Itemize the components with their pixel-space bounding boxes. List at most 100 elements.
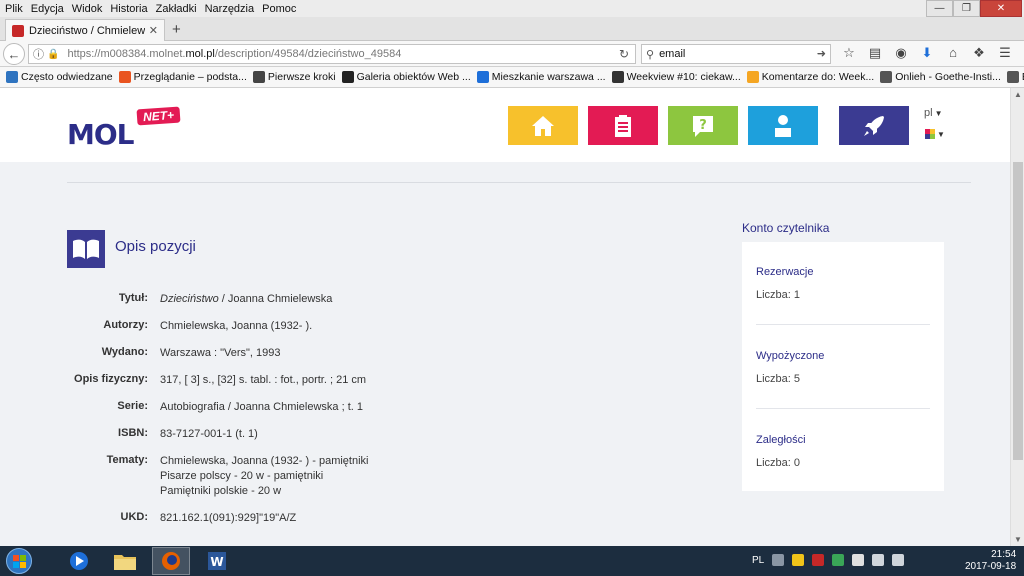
site-favicon-icon xyxy=(12,24,24,37)
field-value-series[interactable]: Autobiografia / Joanna Chmielewska ; t. … xyxy=(160,400,363,415)
address-bar[interactable]: ⓘ 🔒 https://m008384.molnet.mol.pl/descri… xyxy=(28,44,636,64)
reservations-link[interactable]: Rezerwacje xyxy=(756,266,813,278)
subject-link[interactable]: Pisarze polscy - 20 w - pamiętniki xyxy=(160,469,368,484)
chevron-down-icon: ▼ xyxy=(934,109,943,118)
menu-hamburger-icon[interactable]: ☰ xyxy=(992,45,1018,61)
minimize-button[interactable]: — xyxy=(926,0,953,17)
field-label-authors: Autorzy: xyxy=(103,319,148,331)
subject-link[interactable]: Pamiętniki polskie - 20 w xyxy=(160,484,368,499)
taskbar-firefox[interactable] xyxy=(152,547,190,575)
search-go-icon[interactable]: ➜ xyxy=(817,47,826,60)
bookmark-label: Galeria obiektów Web ... xyxy=(356,71,471,83)
color-grid-icon xyxy=(925,129,935,139)
menu-view[interactable]: Widok xyxy=(68,3,107,15)
back-button[interactable]: ← xyxy=(3,43,25,65)
clock[interactable]: 21:54 2017-09-18 xyxy=(965,549,1016,573)
tray-app-icon[interactable] xyxy=(852,554,865,566)
tray-expand-icon[interactable] xyxy=(772,554,785,566)
close-window-button[interactable]: ✕ xyxy=(980,0,1022,17)
field-label-ukd: UKD: xyxy=(120,511,149,523)
subject-link[interactable]: Chmielewska, Joanna (1932- ) - pamiętnik… xyxy=(160,454,368,469)
svg-text:?: ? xyxy=(699,118,707,133)
section-title: Opis pozycji xyxy=(115,238,196,255)
overdue-link[interactable]: Zaległości xyxy=(756,434,806,446)
input-language[interactable]: PL xyxy=(752,555,764,566)
taskbar: W PL 21:54 2017-09-18 xyxy=(0,546,1024,576)
theme-select[interactable]: ▼ xyxy=(925,129,945,139)
search-bar[interactable]: ⚲ email ➜ xyxy=(641,44,831,64)
download-icon[interactable]: ⬇ xyxy=(914,45,940,61)
tray-volume-icon[interactable] xyxy=(892,554,905,566)
tray-antivirus-icon[interactable] xyxy=(812,554,825,566)
catalog-tile-button[interactable] xyxy=(588,106,658,145)
taskbar-word[interactable]: W xyxy=(198,547,236,575)
logo-text: MOL xyxy=(67,118,135,151)
taskbar-explorer[interactable] xyxy=(106,547,144,575)
field-value-authors[interactable]: Chmielewska, Joanna (1932- ). xyxy=(160,319,312,334)
search-input[interactable]: email xyxy=(659,48,685,60)
scroll-up-icon[interactable]: ▲ xyxy=(1011,90,1024,99)
tab-strip: Dzieciństwo / Chmielewska, ... ✕ + xyxy=(0,17,1024,41)
bookmark-item[interactable]: Komentarze do: Week... xyxy=(746,71,874,83)
menu-bookmarks[interactable]: Zakładki xyxy=(152,3,201,15)
page-scrollbar[interactable]: ▲ ▼ xyxy=(1010,88,1024,546)
info-icon[interactable]: ⓘ xyxy=(33,46,44,62)
bookmark-item[interactable]: Onlieh - Goethe-Insti... xyxy=(880,71,1001,83)
bookmark-item[interactable]: Weekview #10: ciekaw... xyxy=(611,71,741,83)
help-tile-button[interactable]: ? xyxy=(668,106,738,145)
divider xyxy=(67,182,971,183)
bookmark-favicon-icon xyxy=(252,71,265,83)
folder-icon xyxy=(114,555,136,570)
clock-date: 2017-09-18 xyxy=(965,561,1017,572)
taskbar-media-player[interactable] xyxy=(60,547,98,575)
field-label-title: Tytuł: xyxy=(118,292,148,304)
home-icon[interactable]: ⌂ xyxy=(940,45,966,61)
reading-list-icon[interactable]: ▤ xyxy=(862,45,888,61)
maximize-button[interactable]: ❐ xyxy=(953,0,980,17)
title-italic[interactable]: Dzieciństwo xyxy=(160,293,219,305)
pocket-icon[interactable]: ◉ xyxy=(888,45,914,61)
bookmark-item[interactable]: Galeria obiektów Web ... xyxy=(341,71,471,83)
tray-notes-icon[interactable] xyxy=(792,554,805,566)
feedback-icon[interactable]: ❖ xyxy=(966,45,992,61)
field-label-series: Serie: xyxy=(117,400,148,412)
svg-text:W: W xyxy=(210,555,223,569)
logo-badge: NET+ xyxy=(136,106,181,126)
bookmark-star-icon[interactable]: ☆ xyxy=(836,45,862,61)
scrollbar-thumb[interactable] xyxy=(1013,162,1023,460)
tray-update-icon[interactable] xyxy=(832,554,845,566)
start-button[interactable] xyxy=(6,548,32,574)
account-title: Konto czytelnika xyxy=(742,221,830,235)
field-value-physical: 317, [ 3] s., [32] s. tabl. : fot., port… xyxy=(160,374,367,386)
language-select[interactable]: pl ▼ xyxy=(924,107,942,119)
bookmark-item[interactable]: Pierwsze kroki xyxy=(252,71,336,83)
nav-bar: ← ⓘ 🔒 https://m008384.molnet.mol.pl/desc… xyxy=(0,41,1024,67)
account-tile-button[interactable] xyxy=(748,106,818,145)
new-tab-button[interactable]: + xyxy=(172,21,181,38)
bookmark-favicon-icon xyxy=(476,71,489,83)
home-icon xyxy=(532,115,554,136)
tray-network-icon[interactable] xyxy=(872,554,885,566)
lock-icon[interactable]: 🔒 xyxy=(47,49,59,60)
bookmark-item[interactable]: Mieszkanie warszawa ... xyxy=(476,71,606,83)
bookmark-item[interactable]: Przeglądanie – podsta... xyxy=(118,71,247,83)
tab-active[interactable]: Dzieciństwo / Chmielewska, ... ✕ xyxy=(5,19,165,41)
bookmark-item[interactable]: Często odwiedzane xyxy=(6,71,113,83)
mol-net-logo[interactable]: MOL NET+ xyxy=(67,106,182,151)
menu-history[interactable]: Historia xyxy=(106,3,151,15)
user-icon xyxy=(775,114,791,137)
bookmarks-bar: Często odwiedzane Przeglądanie – podsta..… xyxy=(0,67,1024,88)
menu-edit[interactable]: Edycja xyxy=(27,3,68,15)
menu-help[interactable]: Pomoc xyxy=(258,3,300,15)
bookmark-label: Mieszkanie warszawa ... xyxy=(491,71,606,83)
bookmark-item[interactable]: Biblioteka VLO w Gliwi... xyxy=(1006,71,1024,83)
menu-file[interactable]: Plik xyxy=(0,3,27,15)
field-value-published: Warszawa : "Vers", 1993 xyxy=(160,347,281,359)
menu-tools[interactable]: Narzędzia xyxy=(201,3,259,15)
reload-icon[interactable]: ↻ xyxy=(619,47,629,61)
loans-link[interactable]: Wypożyczone xyxy=(756,350,824,362)
home-tile-button[interactable] xyxy=(508,106,578,145)
close-tab-icon[interactable]: ✕ xyxy=(149,24,158,37)
scroll-down-icon[interactable]: ▼ xyxy=(1011,535,1024,544)
rocket-tile-button[interactable] xyxy=(839,106,909,145)
